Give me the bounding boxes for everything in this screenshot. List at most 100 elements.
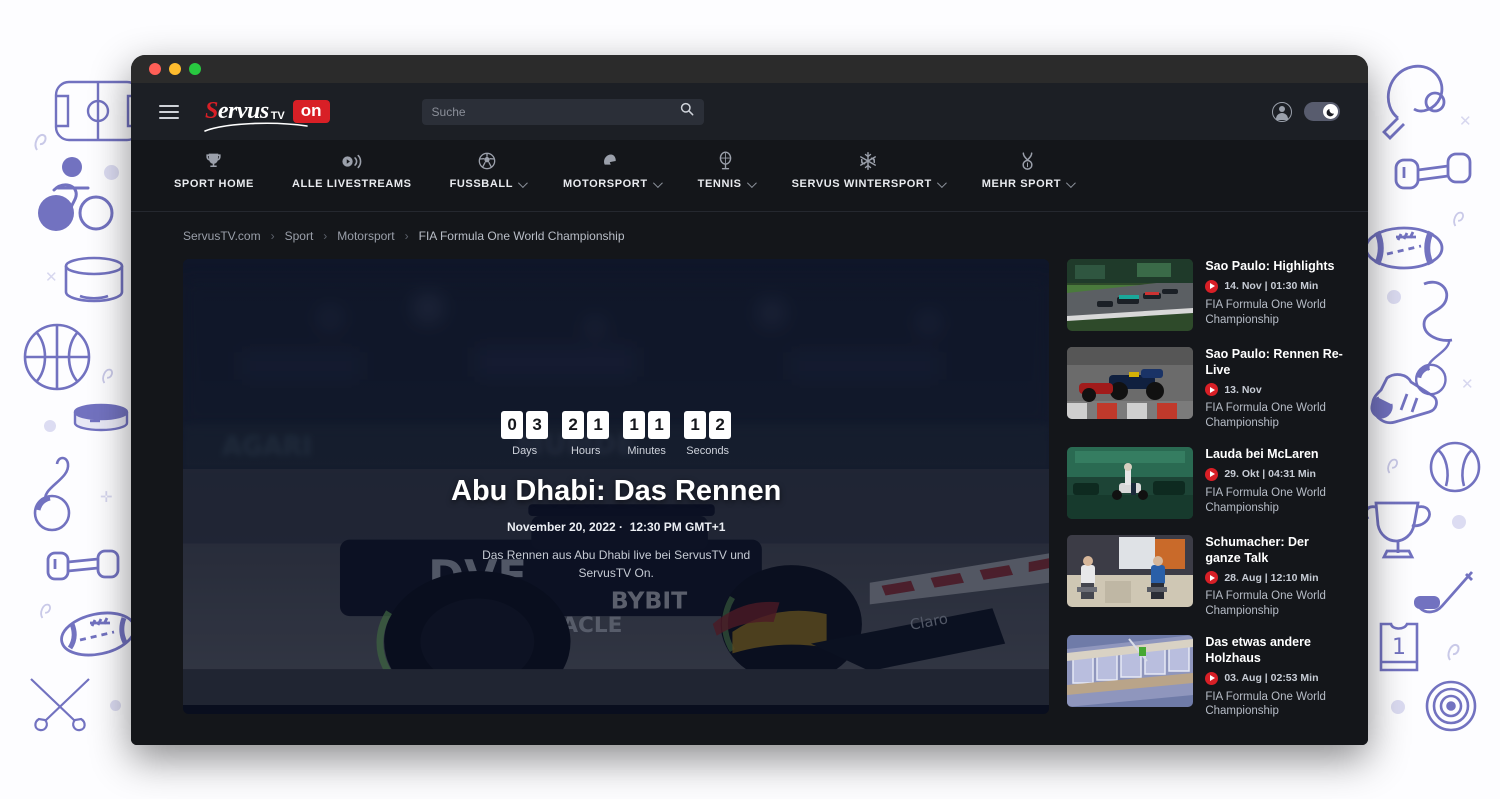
breadcrumb-item-motorsport[interactable]: Motorsport <box>337 229 394 243</box>
window-maximize-button[interactable] <box>189 63 201 75</box>
nav-item-servus-wintersport[interactable]: SERVUS WINTERSPORT <box>773 150 963 190</box>
logo-swoosh-icon <box>204 122 308 132</box>
dot-decoration <box>104 165 119 180</box>
breadcrumb-item-servustv[interactable]: ServusTV.com <box>183 229 261 243</box>
search-input[interactable] <box>431 104 680 119</box>
chevron-down-icon <box>936 177 947 188</box>
dumbbell-icon <box>46 545 120 587</box>
sparkle-decoration: ✕ <box>1461 376 1474 393</box>
play-icon <box>1205 671 1219 685</box>
video-category: FIA Formula One World Championship <box>1205 402 1326 430</box>
video-thumbnail[interactable] <box>1067 347 1194 419</box>
list-item[interactable]: Schumacher: Der ganze Talk 28. Aug | 12:… <box>1067 535 1344 619</box>
video-meta: Sao Paulo: Highlights 14. Nov | 01:30 Mi… <box>1205 259 1344 331</box>
basketball-icon <box>22 322 92 392</box>
nav-label: MOTORSPORT <box>563 177 663 190</box>
hamburger-menu-icon[interactable] <box>159 104 179 119</box>
window-titlebar <box>131 55 1368 83</box>
video-meta: Sao Paulo: Rennen Re-Live 13. Nov FIA Fo… <box>1205 347 1344 431</box>
curl-doodle-icon <box>32 130 50 157</box>
hero-event-banner[interactable]: AGARI MUMDE <box>183 259 1050 714</box>
soccer-ball-icon <box>477 150 497 172</box>
list-item[interactable]: Lauda bei McLaren 29. Okt | 04:31 Min FI… <box>1067 447 1344 520</box>
countdown-label: Seconds <box>686 445 730 457</box>
whistle-icon <box>30 450 98 532</box>
servustv-on-logo[interactable]: Servus TV on <box>204 98 330 132</box>
dot-decoration <box>1387 290 1401 304</box>
play-icon <box>1205 571 1219 585</box>
search-icon[interactable] <box>680 102 694 121</box>
video-title: Schumacher: Der ganze Talk <box>1205 535 1309 565</box>
dumbbell-icon <box>1394 150 1472 194</box>
video-date-duration: 13. Nov <box>1224 383 1262 396</box>
dot-decoration <box>110 700 121 711</box>
list-item[interactable]: Das etwas andere Holzhaus 03. Aug | 02:5… <box>1067 635 1344 719</box>
video-subline: 29. Okt | 04:31 Min <box>1205 467 1344 481</box>
breadcrumb-item-current: FIA Formula One World Championship <box>418 229 625 243</box>
nav-item-alle-livestreams[interactable]: ALLE LIVESTREAMS <box>273 150 431 190</box>
dot-decoration <box>44 420 56 432</box>
countdown-days: 0 3 Days <box>501 411 549 457</box>
chevron-down-icon <box>746 177 757 188</box>
page-content: Servus TV on Suche SPORT HOME ALLE LIVES… <box>131 83 1368 745</box>
hero-datetime: November 20, 2022 · 12:30 PM GMT+1 <box>507 520 725 534</box>
nav-label: SERVUS WINTERSPORT <box>792 177 947 190</box>
logo-on-badge: on <box>292 100 330 123</box>
moon-icon <box>1323 104 1338 119</box>
video-thumbnail[interactable] <box>1067 259 1194 331</box>
hero-time-text: 12:30 PM GMT+1 <box>629 520 726 534</box>
baseball-icon <box>1428 440 1482 494</box>
countdown-hours: 2 1 Hours <box>562 411 610 457</box>
curl-doodle-icon <box>38 600 54 625</box>
video-category: FIA Formula One World Championship <box>1205 690 1326 718</box>
video-thumbnail[interactable] <box>1067 447 1194 520</box>
window-close-button[interactable] <box>149 63 161 75</box>
video-thumbnail[interactable] <box>1067 535 1194 608</box>
countdown-label: Hours <box>570 445 601 457</box>
video-meta: Das etwas andere Holzhaus 03. Aug | 02:5… <box>1205 635 1344 719</box>
american-football-icon <box>58 608 138 660</box>
nav-item-tennis[interactable]: TENNIS <box>679 150 773 190</box>
nav-label: MEHR SPORT <box>982 177 1076 190</box>
user-avatar-icon[interactable] <box>1272 101 1292 122</box>
countdown-label: Days <box>512 445 538 457</box>
curl-doodle-icon <box>100 365 116 390</box>
nav-label: TENNIS <box>698 177 757 190</box>
breadcrumb-item-sport[interactable]: Sport <box>285 229 314 243</box>
livestream-icon <box>341 150 362 172</box>
curl-doodle-icon <box>1445 640 1463 667</box>
window-minimize-button[interactable] <box>169 63 181 75</box>
list-item[interactable]: Sao Paulo: Highlights 14. Nov | 01:30 Mi… <box>1067 259 1344 331</box>
trophy-icon <box>1366 495 1438 567</box>
american-football-icon <box>1363 222 1445 274</box>
dot-decoration <box>1452 515 1466 529</box>
search-bar[interactable] <box>421 98 704 125</box>
logo-tv-suffix: TV <box>270 109 285 122</box>
countdown-digits: 1 1 <box>623 411 671 439</box>
video-date-duration: 14. Nov | 01:30 Min <box>1224 280 1319 293</box>
countdown-digits: 1 2 <box>684 411 732 439</box>
jersey-number-1-icon: 1 <box>1373 618 1425 674</box>
video-thumbnail[interactable] <box>1067 635 1194 708</box>
video-title: Das etwas andere Holzhaus <box>1205 635 1311 665</box>
dark-mode-toggle[interactable] <box>1304 102 1340 121</box>
list-item[interactable]: Sao Paulo: Rennen Re-Live 13. Nov FIA Fo… <box>1067 347 1344 431</box>
play-icon <box>1205 467 1219 481</box>
countdown-label: Minutes <box>627 445 666 457</box>
hero-date-separator: · <box>619 520 624 534</box>
video-date-duration: 03. Aug | 02:53 Min <box>1224 672 1319 684</box>
hero-description: Das Rennen aus Abu Dhabi live bei Servus… <box>482 548 751 580</box>
video-title: Sao Paulo: Rennen Re-Live <box>1205 347 1343 377</box>
video-date-duration: 28. Aug | 12:10 Min <box>1224 571 1319 584</box>
digit: 1 <box>587 411 610 439</box>
digit: 1 <box>684 411 707 439</box>
nav-item-fussball[interactable]: FUSSBALL <box>431 150 544 190</box>
nav-item-motorsport[interactable]: MOTORSPORT <box>544 150 679 190</box>
sparkle-decoration: ✛ <box>100 489 113 506</box>
browser-window: Servus TV on Suche SPORT HOME ALLE LIVES… <box>131 55 1368 745</box>
site-header: Servus TV on <box>131 83 1368 140</box>
curl-doodle-icon <box>1385 455 1401 480</box>
nav-item-mehr-sport[interactable]: MEHR SPORT <box>963 150 1092 190</box>
nav-item-sport-home[interactable]: SPORT HOME <box>155 150 273 190</box>
digit: 1 <box>623 411 646 439</box>
